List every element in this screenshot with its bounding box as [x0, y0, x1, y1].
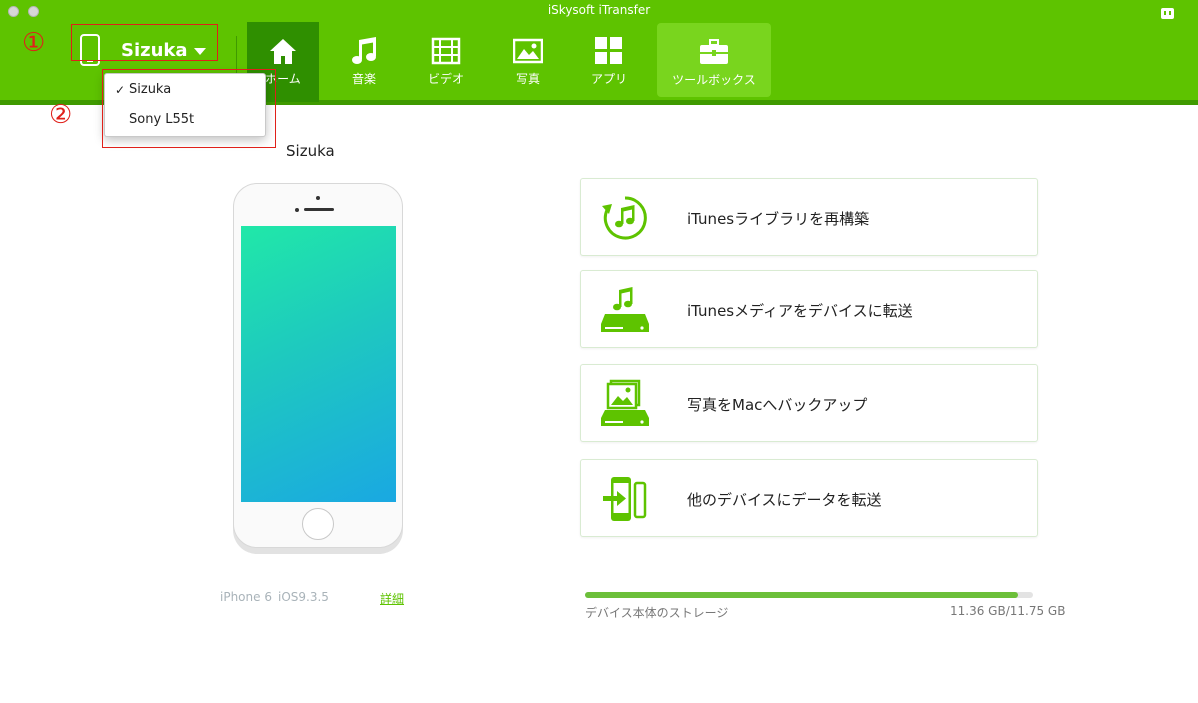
tab-label: 写真 [515, 72, 540, 86]
phone-screen [241, 226, 396, 502]
phone-camera [316, 196, 320, 200]
rebuild-itunes-library-button[interactable]: iTunesライブラリを再構築 [580, 178, 1038, 256]
action-label: 他のデバイスにデータを転送 [687, 491, 882, 509]
annotation-box-2 [102, 69, 276, 148]
phone-home-button [302, 508, 334, 540]
annotation-number-1: ① [22, 28, 46, 58]
action-label: iTunesメディアをデバイスに転送 [687, 302, 913, 320]
transfer-media-icon [601, 287, 649, 332]
action-label: 写真をMacへバックアップ [687, 396, 868, 414]
backup-photos-icon [601, 379, 649, 426]
action-label: iTunesライブラリを再構築 [687, 210, 870, 228]
tab-label: ツールボックス [672, 73, 756, 87]
storage-label: デバイス本体のストレージ [585, 606, 729, 620]
tab-label: 音楽 [351, 72, 376, 86]
video-icon [431, 37, 461, 65]
backup-photos-button[interactable]: 写真をMacへバックアップ [580, 364, 1038, 442]
tab-video[interactable]: ビデオ [410, 22, 482, 102]
transfer-itunes-media-button[interactable]: iTunesメディアをデバイスに転送 [580, 270, 1038, 348]
annotation-box-1 [71, 24, 218, 61]
window-title: iSkysoft iTransfer [547, 3, 651, 17]
storage-bar-fill [585, 592, 1019, 598]
tab-photos[interactable]: 写真 [492, 22, 564, 102]
tab-apps[interactable]: アプリ [573, 22, 645, 102]
home-icon [270, 39, 296, 64]
storage-value: 11.36 GB/11.75 GB [950, 604, 1066, 618]
apps-icon [595, 37, 622, 64]
photo-icon [513, 38, 543, 64]
details-link[interactable]: 詳細 [380, 590, 404, 607]
transfer-to-other-device-button[interactable]: 他のデバイスにデータを転送 [580, 459, 1038, 537]
annotation-number-2: ② [49, 100, 73, 130]
rebuild-library-icon [602, 196, 647, 240]
tab-music[interactable]: 音楽 [328, 22, 400, 102]
tab-toolbox[interactable]: ツールボックス [657, 23, 771, 97]
device-illustration [233, 183, 403, 548]
device-model: iPhone 6 [220, 590, 272, 604]
tab-label: アプリ [590, 72, 627, 86]
phone-speaker [304, 208, 334, 211]
chat-icon[interactable] [1161, 8, 1174, 19]
app-window: iSkysoft iTransfer Sizuka ホーム 音楽 ビデオ 写真 … [0, 0, 1198, 703]
toolbox-icon [700, 39, 728, 64]
storage-bar [585, 592, 1033, 598]
device-ios-version: iOS9.3.5 [278, 590, 329, 604]
music-icon [352, 37, 376, 64]
device-title: Sizuka [286, 142, 335, 160]
tab-label: ビデオ [427, 72, 464, 86]
phone-sensor [295, 208, 299, 212]
phone-transfer-icon [603, 477, 647, 521]
